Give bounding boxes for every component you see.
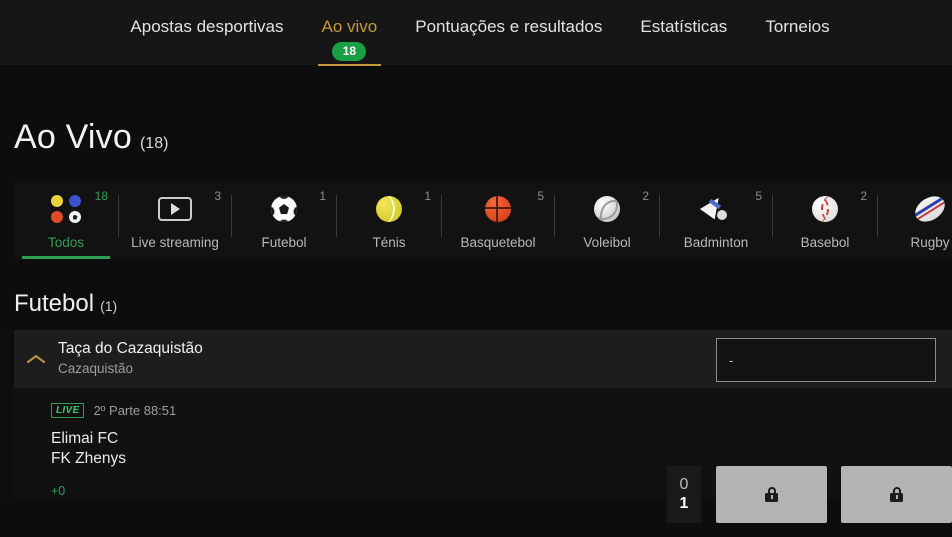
sport-tab-count: 18 — [94, 189, 108, 203]
match-row[interactable]: LIVE 2º Parte 88:51 Elimai FC FK Zhenys … — [14, 388, 952, 523]
league-name: Taça do Cazaquistão — [58, 340, 203, 358]
page-title-count: (18) — [139, 135, 169, 152]
market-selector-value: - — [729, 352, 734, 368]
sport-tab-label: Live streaming — [131, 235, 219, 250]
lock-icon — [890, 487, 903, 502]
top-navigation-bar: Apostas desportivas Ao vivo 18 Pontuaçõe… — [0, 0, 952, 66]
sport-section-title-text: Futebol — [14, 290, 95, 317]
nav-item-label: Ao vivo — [321, 17, 378, 36]
more-markets-count[interactable]: +0 — [51, 484, 614, 498]
league-card: Taça do Cazaquistão Cazaquistão - LIVE 2… — [14, 330, 952, 523]
top-nav-items: Apostas desportivas Ao vivo 18 Pontuaçõe… — [103, 0, 848, 66]
lock-icon — [765, 487, 778, 502]
match-period-clock: 2º Parte 88:51 — [93, 402, 177, 418]
sport-tab-badminton[interactable]: 5 Badminton — [660, 181, 772, 259]
sport-tab-active-underline — [22, 256, 110, 259]
odds-buttons — [716, 466, 952, 523]
sport-tab-count: 1 — [319, 189, 326, 203]
sport-section-title-count: (1) — [100, 298, 118, 314]
odd-button-locked-1[interactable] — [716, 466, 827, 523]
match-teams: Elimai FC FK Zhenys — [51, 429, 614, 470]
league-text: Taça do Cazaquistão Cazaquistão — [58, 339, 203, 378]
sport-section-title: Futebol (1) — [14, 290, 117, 318]
sport-tab-count: 1 — [424, 189, 431, 203]
odd-button-locked-2[interactable] — [841, 466, 952, 523]
sport-tab-basquetebol[interactable]: 5 Basquetebol — [442, 181, 554, 259]
sport-tab-label: Rugby — [910, 235, 950, 250]
tennis-ball-icon — [376, 194, 402, 224]
sport-tab-label: Basebol — [800, 235, 850, 250]
nav-item-label: Pontuações e resultados — [415, 17, 603, 36]
sport-tab-rugby[interactable]: Rugby — [878, 181, 952, 259]
match-score-box: 0 1 — [667, 466, 701, 523]
sport-tab-label: Ténis — [372, 235, 406, 250]
sport-tab-label: Badminton — [683, 235, 749, 250]
sport-tab-count: 5 — [755, 189, 762, 203]
sport-tab-voleibol[interactable]: 2 Voleibol — [555, 181, 659, 259]
nav-item-label: Apostas desportivas — [130, 17, 284, 36]
sport-tab-futebol[interactable]: 1 Futebol — [232, 181, 336, 259]
sport-tab-count: 2 — [642, 189, 649, 203]
sport-category-tabs: 18 Todos 3 Live streaming 1 Futebol 1 Té… — [14, 181, 952, 259]
sport-tab-count: 2 — [860, 189, 867, 203]
sport-tab-tenis[interactable]: 1 Ténis — [337, 181, 441, 259]
live-status-badge: LIVE — [51, 402, 85, 418]
all-sports-icon — [51, 192, 84, 224]
sport-tab-label: Basquetebol — [460, 235, 536, 250]
left-gutter-strip — [0, 330, 14, 500]
sport-tab-label: Todos — [47, 235, 85, 250]
chevron-up-icon[interactable] — [14, 353, 58, 365]
rugby-ball-icon — [910, 191, 950, 227]
home-team-score: 0 — [679, 475, 689, 493]
basketball-icon — [485, 194, 511, 224]
sport-tab-live-streaming[interactable]: 3 Live streaming — [119, 181, 231, 259]
nav-live-count-badge: 18 — [332, 42, 367, 61]
sport-tab-label: Voleibol — [583, 235, 631, 250]
play-video-icon — [158, 194, 192, 224]
sport-tab-count: 3 — [214, 189, 221, 203]
baseball-icon — [812, 194, 838, 224]
sport-tab-label: Futebol — [261, 235, 307, 250]
league-country: Cazaquistão — [58, 361, 134, 377]
sport-tab-todos[interactable]: 18 Todos — [14, 181, 118, 259]
market-selector-box[interactable]: - — [716, 338, 936, 382]
shuttlecock-icon — [699, 192, 730, 224]
nav-item-torneios[interactable]: Torneios — [746, 0, 848, 66]
nav-item-label: Torneios — [765, 17, 830, 36]
league-header-row[interactable]: Taça do Cazaquistão Cazaquistão - — [14, 330, 952, 388]
match-meta: LIVE 2º Parte 88:51 — [51, 402, 614, 418]
nav-item-pontuacoes-e-resultados[interactable]: Pontuações e resultados — [396, 0, 621, 66]
home-team-name: Elimai FC — [51, 430, 119, 447]
soccer-ball-icon — [271, 194, 297, 224]
away-team-score: 1 — [679, 495, 689, 512]
page-title: Ao Vivo (18) — [14, 118, 168, 157]
match-info: LIVE 2º Parte 88:51 Elimai FC FK Zhenys … — [14, 388, 614, 498]
nav-item-label: Estatísticas — [640, 17, 728, 36]
sport-tab-basebol[interactable]: 2 Basebol — [773, 181, 877, 259]
nav-item-estatisticas[interactable]: Estatísticas — [621, 0, 746, 66]
volleyball-icon — [594, 194, 620, 224]
page-title-text: Ao Vivo — [14, 118, 132, 156]
nav-active-underline — [317, 64, 382, 66]
nav-item-ao-vivo[interactable]: Ao vivo 18 — [303, 0, 397, 66]
sport-tab-count: 5 — [537, 189, 544, 203]
nav-badge-wrap: 18 — [322, 37, 378, 61]
nav-item-apostas-desportivas[interactable]: Apostas desportivas — [111, 0, 302, 66]
away-team-name: FK Zhenys — [51, 450, 126, 468]
